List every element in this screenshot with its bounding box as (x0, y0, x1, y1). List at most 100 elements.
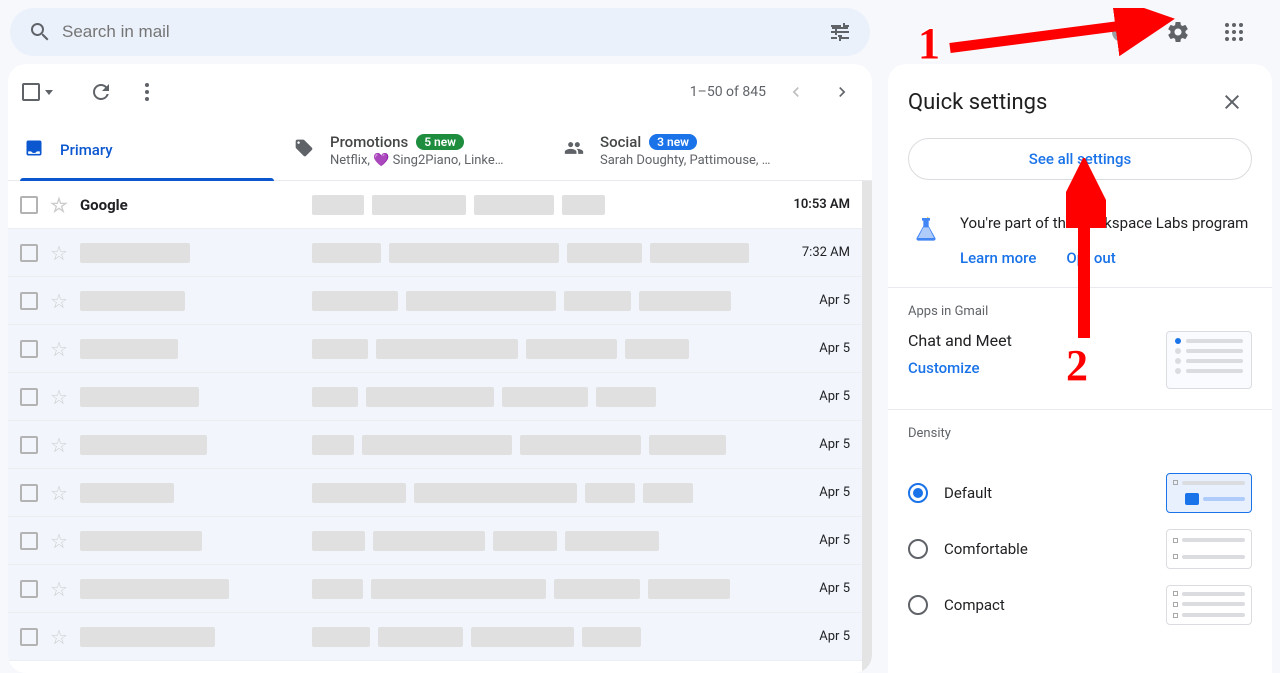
row-checkbox[interactable] (20, 484, 38, 502)
tab-indicator (20, 178, 274, 181)
star-icon[interactable]: ☆ (50, 243, 68, 263)
email-row[interactable]: ☆ Google 10:53 AM (8, 181, 862, 229)
sender (80, 387, 300, 407)
email-row[interactable]: ☆ Apr 5 (8, 469, 862, 517)
refresh-icon[interactable] (81, 72, 121, 112)
search-icon[interactable] (18, 10, 62, 54)
row-checkbox[interactable] (20, 244, 38, 262)
promotions-badge: 5 new (416, 134, 464, 150)
email-row[interactable]: ☆ Apr 5 (8, 613, 862, 661)
radio-button[interactable] (908, 483, 928, 503)
pager-label: 1–50 of 845 (690, 84, 766, 100)
email-row[interactable]: ☆ Apr 5 (8, 373, 862, 421)
density-section-header: Density (888, 410, 1272, 449)
email-row[interactable]: ☆ 7:32 AM (8, 229, 862, 277)
select-all-checkbox[interactable] (22, 83, 53, 101)
density-label: Comfortable (944, 540, 1150, 558)
inbox-icon (24, 138, 44, 162)
apps-section-header: Apps in Gmail (888, 288, 1272, 327)
close-icon[interactable] (1212, 82, 1252, 122)
subject (312, 291, 758, 311)
date: Apr 5 (770, 437, 850, 452)
row-checkbox[interactable] (20, 292, 38, 310)
tab-primary[interactable]: Primary (8, 120, 278, 180)
row-checkbox[interactable] (20, 580, 38, 598)
search-input[interactable] (62, 22, 818, 42)
star-icon[interactable]: ☆ (50, 579, 68, 599)
star-icon[interactable]: ☆ (50, 195, 68, 215)
people-icon (564, 138, 584, 162)
more-icon[interactable] (127, 72, 167, 112)
category-tabs: Primary Promotions 5 new Netflix, 💜 Sing… (8, 120, 872, 181)
row-checkbox[interactable] (20, 436, 38, 454)
sender (80, 627, 300, 647)
subject (312, 579, 758, 599)
see-all-settings-button[interactable]: See all settings (908, 138, 1252, 180)
star-icon[interactable]: ☆ (50, 627, 68, 647)
sender (80, 339, 300, 359)
density-thumb (1166, 529, 1252, 569)
tab-label: Primary (60, 141, 113, 159)
star-icon[interactable]: ☆ (50, 483, 68, 503)
sender (80, 291, 300, 311)
labs-opt-out-link[interactable]: Opt out (1066, 249, 1115, 267)
sender (80, 531, 300, 551)
row-checkbox[interactable] (20, 532, 38, 550)
search-bar[interactable] (10, 8, 870, 56)
prev-page-button[interactable] (780, 76, 812, 108)
subject (312, 627, 758, 647)
date: 7:32 AM (770, 245, 850, 260)
apps-layout-thumb (1166, 331, 1252, 389)
support-icon[interactable] (1102, 12, 1142, 52)
row-checkbox[interactable] (20, 340, 38, 358)
subject (312, 195, 758, 215)
mail-panel: 1–50 of 845 Primary (8, 64, 872, 673)
email-row[interactable]: ☆ Apr 5 (8, 517, 862, 565)
email-row[interactable]: ☆ Apr 5 (8, 421, 862, 469)
density-label: Default (944, 484, 1150, 502)
date: Apr 5 (770, 341, 850, 356)
density-option[interactable]: Comfortable (908, 521, 1252, 577)
radio-button[interactable] (908, 539, 928, 559)
density-option[interactable]: Compact (908, 577, 1252, 633)
sender (80, 579, 300, 599)
email-row[interactable]: ☆ Apr 5 (8, 565, 862, 613)
settings-title: Quick settings (908, 90, 1047, 115)
date: Apr 5 (770, 533, 850, 548)
star-icon[interactable]: ☆ (50, 339, 68, 359)
density-option[interactable]: Default (908, 465, 1252, 521)
radio-button[interactable] (908, 595, 928, 615)
labs-learn-more-link[interactable]: Learn more (960, 249, 1036, 267)
apps-title: Chat and Meet (908, 331, 1150, 350)
star-icon[interactable]: ☆ (50, 291, 68, 311)
mail-toolbar: 1–50 of 845 (8, 64, 872, 120)
star-icon[interactable]: ☆ (50, 531, 68, 551)
subject (312, 387, 758, 407)
email-list[interactable]: ☆ Google 10:53 AM ☆ 7:32 AM ☆ (8, 181, 872, 673)
social-badge: 3 new (649, 134, 697, 150)
row-checkbox[interactable] (20, 628, 38, 646)
tab-label: Social (600, 133, 641, 151)
apps-customize-link[interactable]: Customize (908, 359, 980, 377)
tab-label: Promotions (330, 133, 408, 151)
tab-sub: Sarah Doughty, Pattimouse, … (600, 153, 770, 168)
star-icon[interactable]: ☆ (50, 435, 68, 455)
email-row[interactable]: ☆ Apr 5 (8, 277, 862, 325)
search-options-icon[interactable] (818, 10, 862, 54)
tab-promotions[interactable]: Promotions 5 new Netflix, 💜 Sing2Piano, … (278, 120, 548, 180)
subject (312, 243, 758, 263)
tab-sub: Netflix, 💜 Sing2Piano, Linke… (330, 153, 503, 168)
row-checkbox[interactable] (20, 196, 38, 214)
email-row[interactable]: ☆ Apr 5 (8, 325, 862, 373)
subject (312, 483, 758, 503)
workspace-labs-box: You're part of the Workspace Labs progra… (888, 200, 1272, 288)
labs-flask-icon (908, 212, 944, 248)
row-checkbox[interactable] (20, 388, 38, 406)
next-page-button[interactable] (826, 76, 858, 108)
star-icon[interactable]: ☆ (50, 387, 68, 407)
sender (80, 243, 300, 263)
gear-icon[interactable] (1158, 12, 1198, 52)
tab-social[interactable]: Social 3 new Sarah Doughty, Pattimouse, … (548, 120, 818, 180)
apps-grid-icon[interactable] (1214, 12, 1254, 52)
sender (80, 483, 300, 503)
